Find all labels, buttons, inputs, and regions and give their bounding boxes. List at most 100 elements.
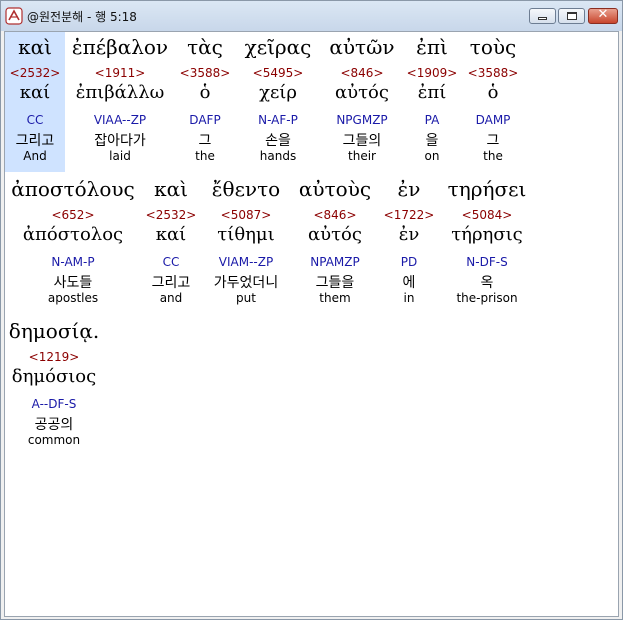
maximize-button[interactable] — [558, 8, 585, 24]
interlinear-pane[interactable]: καὶ <2532> καί CC 그리고 And ἐπέβαλον <1911… — [4, 31, 619, 617]
english-gloss: hands — [259, 149, 297, 163]
greek-word: χεῖρας — [244, 35, 312, 59]
word-block[interactable]: χεῖρας <5495> χείρ N-AF-P 손을 hands — [235, 32, 321, 172]
korean-gloss: 그리고 — [15, 133, 55, 149]
greek-word: ἐν — [397, 177, 421, 201]
parse-code[interactable]: N-AM-P — [5, 255, 141, 269]
minimize-icon — [538, 17, 547, 20]
greek-word: δημοσίᾳ. — [8, 319, 100, 343]
english-gloss: their — [348, 149, 376, 163]
strong-number[interactable]: <846> — [291, 208, 379, 222]
word-block[interactable]: τηρήσει <5084> τήρησις N-DF-S 옥 the-pris… — [439, 174, 535, 314]
strong-number[interactable]: <3588> — [175, 66, 235, 80]
lemma-word: καί — [155, 224, 187, 245]
parse-code[interactable]: CC — [141, 255, 201, 269]
word-block[interactable]: ἀποστόλους <652> ἀπόστολος N-AM-P 사도들 ap… — [5, 174, 141, 314]
parse-code[interactable]: N-DF-S — [439, 255, 535, 269]
english-gloss: put — [236, 291, 256, 305]
app-window: @원전분해 - 행 5:18 ✕ καὶ <2532> καί CC 그리고 A… — [0, 0, 623, 620]
english-gloss: laid — [109, 149, 131, 163]
title-bar[interactable]: @원전분해 - 행 5:18 ✕ — [1, 1, 622, 31]
parse-code[interactable]: VIAM--ZP — [201, 255, 291, 269]
korean-gloss: 공공의 — [34, 417, 74, 433]
korean-gloss: 그 — [198, 133, 212, 149]
english-gloss: and — [159, 291, 183, 305]
parse-code[interactable]: NPGMZP — [321, 113, 403, 127]
word-block[interactable]: καὶ <2532> καί CC 그리고 and — [141, 174, 201, 314]
strong-number[interactable]: <846> — [321, 66, 403, 80]
strong-number[interactable]: <1909> — [403, 66, 461, 80]
close-icon: ✕ — [597, 7, 609, 22]
greek-word: τηρήσει — [447, 177, 527, 201]
strong-number[interactable]: <2532> — [141, 208, 201, 222]
korean-gloss: 그들의 — [342, 133, 382, 149]
lemma-word: χείρ — [259, 82, 297, 103]
korean-gloss: 가두었더니 — [213, 275, 279, 291]
lemma-word: αὐτός — [308, 224, 362, 245]
parse-code[interactable]: PA — [403, 113, 461, 127]
strong-number[interactable]: <5084> — [439, 208, 535, 222]
word-block[interactable]: ἐπὶ <1909> ἐπί PA 을 on — [403, 32, 461, 172]
strong-number[interactable]: <1911> — [65, 66, 175, 80]
parse-code[interactable]: DAMP — [461, 113, 525, 127]
minimize-button[interactable] — [529, 8, 556, 24]
korean-gloss: 손을 — [265, 133, 291, 149]
parse-code[interactable]: CC — [5, 113, 65, 127]
korean-gloss: 그 — [486, 133, 500, 149]
strong-number[interactable]: <1219> — [5, 350, 103, 364]
word-block[interactable]: ἐπέβαλον <1911> ἐπιβάλλω VIAA--ZP 잡아다가 l… — [65, 32, 175, 172]
english-gloss: the — [483, 149, 503, 163]
greek-word: καὶ — [154, 177, 188, 201]
greek-word: ἀποστόλους — [11, 177, 135, 201]
parse-code[interactable]: DAFP — [175, 113, 235, 127]
korean-gloss: 그들을 — [315, 275, 355, 291]
word-block[interactable]: δημοσίᾳ. <1219> δημόσιος A--DF-S 공공의 com… — [5, 316, 103, 456]
word-block[interactable]: τοὺς <3588> ὁ DAMP 그 the — [461, 32, 525, 172]
english-gloss: the — [195, 149, 215, 163]
parse-code[interactable]: N-AF-P — [235, 113, 321, 127]
greek-word: τὰς — [187, 35, 223, 59]
word-block[interactable]: τὰς <3588> ὁ DAFP 그 the — [175, 32, 235, 172]
verse-line: ἀποστόλους <652> ἀπόστολος N-AM-P 사도들 ap… — [5, 174, 618, 316]
korean-gloss: 옥 — [480, 275, 494, 291]
strong-number[interactable]: <5495> — [235, 66, 321, 80]
parse-code[interactable]: NPAMZP — [291, 255, 379, 269]
greek-word: καὶ — [18, 35, 52, 59]
lemma-word: ὁ — [487, 82, 499, 103]
lemma-word: τήρησις — [451, 224, 523, 245]
word-block[interactable]: ἐν <1722> ἐν PD 에 in — [379, 174, 439, 314]
lemma-word: τίθημι — [217, 224, 275, 245]
parse-code[interactable]: VIAA--ZP — [65, 113, 175, 127]
parse-code[interactable]: A--DF-S — [5, 397, 103, 411]
strong-number[interactable]: <1722> — [379, 208, 439, 222]
close-button[interactable]: ✕ — [588, 7, 618, 24]
lemma-word: καί — [19, 82, 51, 103]
strong-number[interactable]: <2532> — [5, 66, 65, 80]
greek-word: αὐτοὺς — [298, 177, 372, 201]
english-gloss: And — [23, 149, 47, 163]
word-block[interactable]: ἔθεντο <5087> τίθημι VIAM--ZP 가두었더니 put — [201, 174, 291, 314]
verse-line: δημοσίᾳ. <1219> δημόσιος A--DF-S 공공의 com… — [5, 316, 618, 458]
english-gloss: common — [27, 433, 81, 447]
greek-word: ἔθεντο — [211, 177, 281, 201]
strong-number[interactable]: <652> — [5, 208, 141, 222]
greek-word: ἐπὶ — [416, 35, 448, 59]
strong-number[interactable]: <3588> — [461, 66, 525, 80]
korean-gloss: 에 — [402, 275, 416, 291]
parse-code[interactable]: PD — [379, 255, 439, 269]
verse-line: καὶ <2532> καί CC 그리고 And ἐπέβαλον <1911… — [5, 32, 618, 174]
english-gloss: in — [403, 291, 415, 305]
window-title: @원전분해 - 행 5:18 — [27, 10, 137, 24]
word-block[interactable]: αὐτοὺς <846> αὐτός NPAMZP 그들을 them — [291, 174, 379, 314]
korean-gloss: 그리고 — [151, 275, 191, 291]
greek-word: αὐτῶν — [329, 35, 395, 59]
english-gloss: the-prison — [456, 291, 518, 305]
word-block[interactable]: αὐτῶν <846> αὐτός NPGMZP 그들의 their — [321, 32, 403, 172]
lemma-word: ὁ — [199, 82, 211, 103]
word-block[interactable]: καὶ <2532> καί CC 그리고 And — [5, 32, 65, 172]
greek-word: ἐπέβαλον — [71, 35, 169, 59]
english-gloss: them — [319, 291, 351, 305]
lemma-word: ἐπί — [417, 82, 447, 103]
strong-number[interactable]: <5087> — [201, 208, 291, 222]
lemma-word: ἀπόστολος — [22, 224, 124, 245]
